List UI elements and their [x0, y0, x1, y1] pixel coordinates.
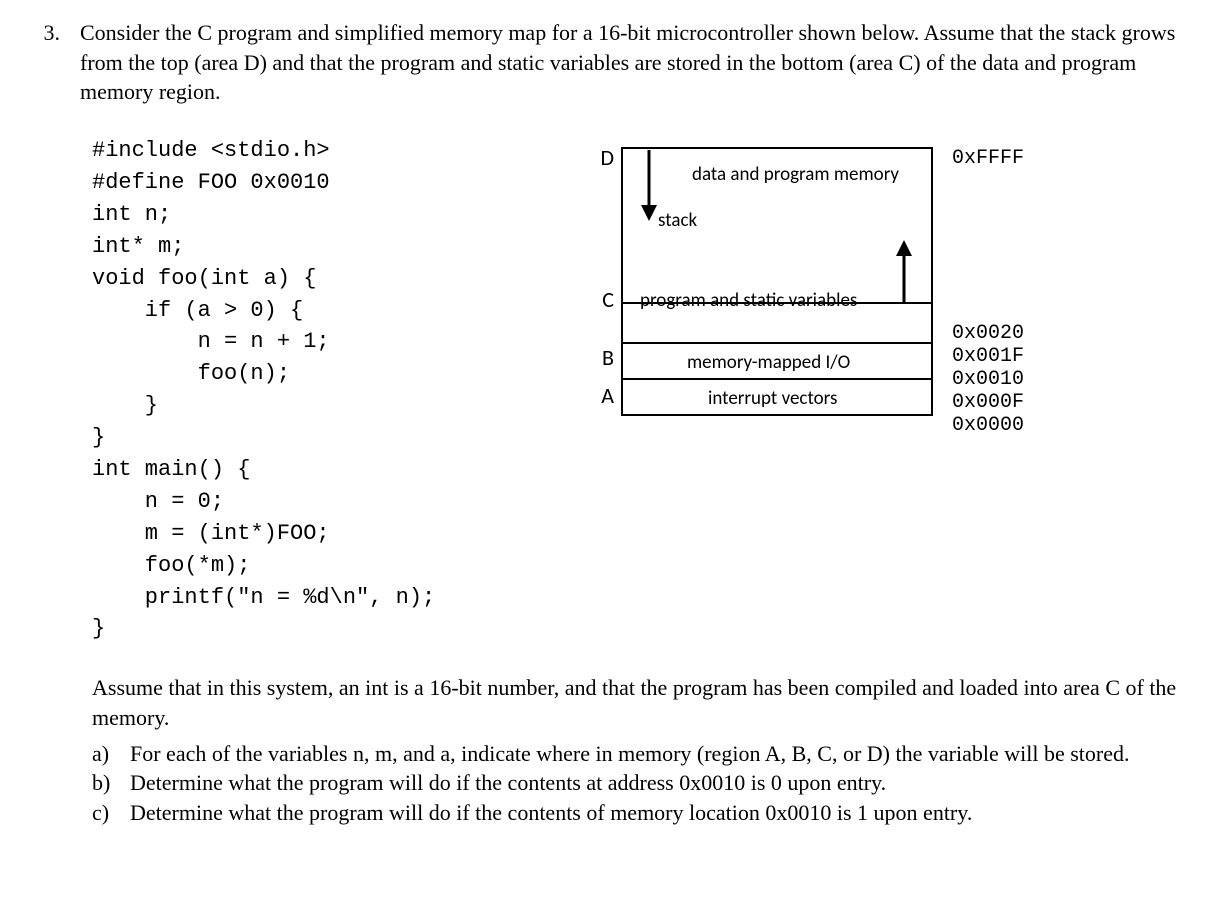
addr-a-top: 0x000F [952, 391, 1024, 414]
question-intro-row: 3. Consider the C program and simplified… [30, 18, 1188, 107]
region-b-text: memory-mapped I/O [687, 351, 850, 374]
subpart-c-label: c) [92, 798, 122, 828]
region-c-label: C [602, 286, 614, 313]
subpart-c: c) Determine what the program will do if… [92, 798, 1188, 828]
subpart-b: b) Determine what the program will do if… [92, 768, 1188, 798]
subpart-a-label: a) [92, 739, 122, 769]
addr-a-bottom: 0x0000 [952, 414, 1024, 437]
stack-arrow-head [641, 205, 657, 221]
addr-b-top: 0x001F [952, 345, 1024, 368]
region-a-text: interrupt vectors [708, 387, 837, 410]
question-number: 3. [30, 18, 72, 107]
subpart-b-text: Determine what the program will do if th… [130, 768, 1188, 798]
assume-paragraph: Assume that in this system, an int is a … [92, 673, 1188, 732]
region-a-label: A [601, 382, 614, 409]
code-and-diagram-row: #include <stdio.h> #define FOO 0x0010 in… [92, 135, 1188, 645]
addr-c-top: 0x0020 [952, 322, 1024, 345]
subpart-b-label: b) [92, 768, 122, 798]
code-block: #include <stdio.h> #define FOO 0x0010 in… [92, 135, 435, 645]
subpart-a: a) For each of the variables n, m, and a… [92, 739, 1188, 769]
memory-map-diagram: D data and program memory stack C progra… [572, 143, 1072, 433]
region-c-text: program and static variables [640, 289, 857, 312]
question-text: Consider the C program and simplified me… [80, 18, 1188, 107]
addr-top: 0xFFFF [952, 147, 1024, 170]
region-d-text1: data and program memory [692, 163, 899, 186]
memory-diagram-wrapper: D data and program memory stack C progra… [455, 135, 1188, 433]
subpart-c-text: Determine what the program will do if th… [130, 798, 1188, 828]
stack-label: stack [658, 209, 697, 232]
addr-b-bottom: 0x0010 [952, 368, 1024, 391]
upward-arrow-head [896, 240, 912, 256]
region-d-label: D [600, 144, 614, 171]
region-b-label: B [602, 344, 614, 371]
subpart-a-text: For each of the variables n, m, and a, i… [130, 739, 1188, 769]
